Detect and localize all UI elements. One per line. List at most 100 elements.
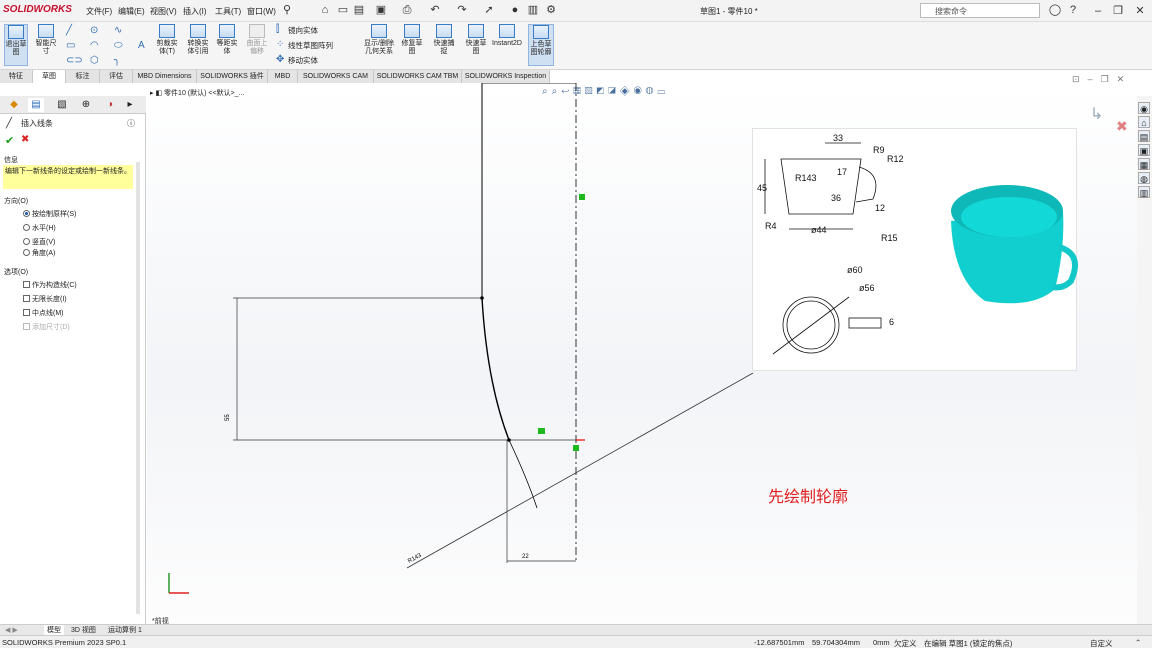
menu-insert[interactable]: 插入(I) xyxy=(183,6,207,17)
undo-icon[interactable]: ↶ xyxy=(428,4,442,17)
close-button[interactable]: ✕ xyxy=(1132,3,1148,19)
open-icon[interactable]: ▤ xyxy=(352,4,366,17)
mirror-entities-label[interactable]: 镜向实体 xyxy=(288,25,318,36)
instant2d-button[interactable]: Instant2D xyxy=(492,24,522,48)
pin-icon[interactable]: ⚲ xyxy=(280,4,294,17)
appearances-icon[interactable]: ▦ xyxy=(1138,158,1150,170)
tab-solidworks-cam-tbm[interactable]: SOLIDWORKS CAM TBM xyxy=(374,70,462,83)
profile-arc[interactable] xyxy=(481,297,510,441)
radio-vertical[interactable]: 竖直(V) xyxy=(23,237,55,247)
smart-dimension-button[interactable]: 智能尺寸 xyxy=(34,24,58,56)
options-gear-icon[interactable]: ⚙ xyxy=(544,4,558,17)
offset-entities-button[interactable]: 等距实体 xyxy=(215,24,239,56)
radio-horizontal[interactable]: 水平(H) xyxy=(23,223,56,233)
fillet-tool-icon[interactable]: ╮ xyxy=(114,55,120,67)
rapid-sketch-button[interactable]: 快速草图 xyxy=(464,24,488,56)
line-tool-icon[interactable]: ╱ xyxy=(66,25,72,37)
convert-entities-button[interactable]: 转换实体引用 xyxy=(185,24,211,56)
editing-status: 在编辑 草图1 (锁定的焦点) xyxy=(924,639,1013,648)
move-entities-label[interactable]: 移动实体 xyxy=(288,55,318,66)
menu-file[interactable]: 文件(F) xyxy=(86,6,112,17)
save-icon[interactable]: ▣ xyxy=(374,4,388,17)
direction-header: 方向(O) xyxy=(4,198,29,205)
tab-features[interactable]: 特征 xyxy=(0,70,33,83)
design-library-icon[interactable]: ⌂ xyxy=(1138,116,1150,128)
shaded-sketch-contours-button[interactable]: 上色草图轮廓 xyxy=(528,24,554,66)
polygon-tool-icon[interactable]: ⬡ xyxy=(90,55,99,67)
panel-scrollbar[interactable] xyxy=(136,162,140,614)
panel-more-icon[interactable]: ▸ xyxy=(122,98,138,112)
tab-solidworks-cam[interactable]: SOLIDWORKS CAM xyxy=(298,70,374,83)
help-icon[interactable]: ? xyxy=(1066,4,1080,17)
configuration-manager-tab-icon[interactable]: ▧ xyxy=(54,98,70,112)
tab-markup[interactable]: 标注 xyxy=(66,70,100,83)
sketch-point-2[interactable] xyxy=(507,438,511,442)
arc-tool-icon[interactable]: ◠ xyxy=(90,40,99,52)
surface-offset-button[interactable]: 曲面上偏移 xyxy=(245,24,269,56)
tab-solidworks-inspection[interactable]: SOLIDWORKS Inspection xyxy=(462,70,550,83)
tab-solidworks-addins[interactable]: SOLIDWORKS 插件 xyxy=(197,70,268,83)
move-entities-icon: ✥ xyxy=(276,54,285,65)
print-icon[interactable]: ⎙ xyxy=(400,4,414,17)
check-add-dimensions[interactable]: 添加尺寸(D) xyxy=(23,322,70,332)
coincident-relation-icon[interactable] xyxy=(579,194,585,200)
check-construction[interactable]: 作为构造线(C) xyxy=(23,280,77,290)
rectangle-tool-icon[interactable]: ▭ xyxy=(66,40,75,52)
property-manager-tab-icon[interactable]: ▤ xyxy=(28,98,44,112)
vertical-relation-icon[interactable] xyxy=(538,428,545,434)
dim-radius-text[interactable]: R143 xyxy=(407,552,423,564)
redo-icon[interactable]: ↷ xyxy=(455,4,469,17)
tab-mbd[interactable]: MBD xyxy=(268,70,298,83)
check-infinite-length[interactable]: 无限长度(I) xyxy=(23,294,67,304)
tab-sketch[interactable]: 草图 xyxy=(33,70,66,83)
options-header: 选项(O) xyxy=(4,269,29,276)
radio-angle[interactable]: 角度(A) xyxy=(23,248,55,258)
text-tool-icon[interactable]: A xyxy=(138,40,145,52)
display-manager-tab-icon[interactable]: ◑ xyxy=(102,98,118,112)
units-selector[interactable]: 自定义 xyxy=(1090,638,1113,649)
ok-button[interactable]: ✔ xyxy=(5,134,14,147)
restore-button[interactable]: ❐ xyxy=(1110,3,1126,19)
menu-view[interactable]: 视图(V) xyxy=(150,6,177,17)
search-input[interactable]: 搜索命令 xyxy=(920,3,1040,18)
tab-mbd-dimensions[interactable]: MBD Dimensions xyxy=(133,70,197,83)
spline-tool-icon[interactable]: ∿ xyxy=(114,25,122,37)
trim-entities-button[interactable]: 剪裁实体(T) xyxy=(155,24,179,56)
view-palette-icon[interactable]: ▣ xyxy=(1138,144,1150,156)
repair-sketch-button[interactable]: 修复草图 xyxy=(400,24,424,56)
slot-tool-icon[interactable]: ⊂⊃ xyxy=(66,55,83,67)
help-icon[interactable]: ⓘ xyxy=(127,118,135,129)
quick-snaps-button[interactable]: 快速捕捉 xyxy=(432,24,456,56)
custom-properties-icon[interactable]: ▥ xyxy=(1138,186,1150,198)
tab-evaluate[interactable]: 评估 xyxy=(100,70,133,83)
check-midpoint-line[interactable]: 中点线(M) xyxy=(23,308,64,318)
file-explorer-icon[interactable]: ▤ xyxy=(1138,130,1150,142)
linear-pattern-label[interactable]: 线性草图阵列 xyxy=(288,40,333,51)
minimize-button[interactable]: – xyxy=(1090,3,1106,19)
ellipse-tool-icon[interactable]: ⬭ xyxy=(114,40,123,52)
menu-tools[interactable]: 工具(T) xyxy=(215,6,241,17)
dimxpert-tab-icon[interactable]: ⊕ xyxy=(78,98,94,112)
menu-edit[interactable]: 编辑(E) xyxy=(118,6,145,17)
scenes-icon[interactable]: ◍ xyxy=(1138,172,1150,184)
display-relations-button[interactable]: 显示/删除几何关系 xyxy=(362,24,396,56)
dim-left-text[interactable]: 55 xyxy=(225,414,231,421)
feature-manager-tab-icon[interactable]: ◆ xyxy=(6,98,22,112)
circle-tool-icon[interactable]: ⊙ xyxy=(90,25,98,37)
exit-sketch-button[interactable]: 退出草图 xyxy=(4,24,28,66)
diameter-leader xyxy=(772,296,850,355)
select-icon[interactable]: ➚ xyxy=(482,4,496,17)
rebuild-icon[interactable]: ● xyxy=(508,4,522,17)
status-expand-icon[interactable]: ⌃ xyxy=(1135,638,1141,647)
sketch-point[interactable] xyxy=(480,296,484,300)
radio-as-sketched[interactable]: 按绘制原样(S) xyxy=(23,209,76,219)
midpoint-relation-icon[interactable] xyxy=(573,445,579,451)
user-icon[interactable]: ◯ xyxy=(1048,4,1062,17)
menu-window[interactable]: 窗口(W) xyxy=(247,6,276,17)
dim-bottom-text[interactable]: 22 xyxy=(522,554,529,560)
file-properties-icon[interactable]: ▥ xyxy=(526,4,540,17)
home-icon[interactable]: ⌂ xyxy=(318,4,332,17)
solidworks-resources-icon[interactable]: ◉ xyxy=(1138,102,1150,114)
cancel-button[interactable]: ✖ xyxy=(21,134,29,145)
new-document-icon[interactable]: ▭ xyxy=(336,4,350,17)
